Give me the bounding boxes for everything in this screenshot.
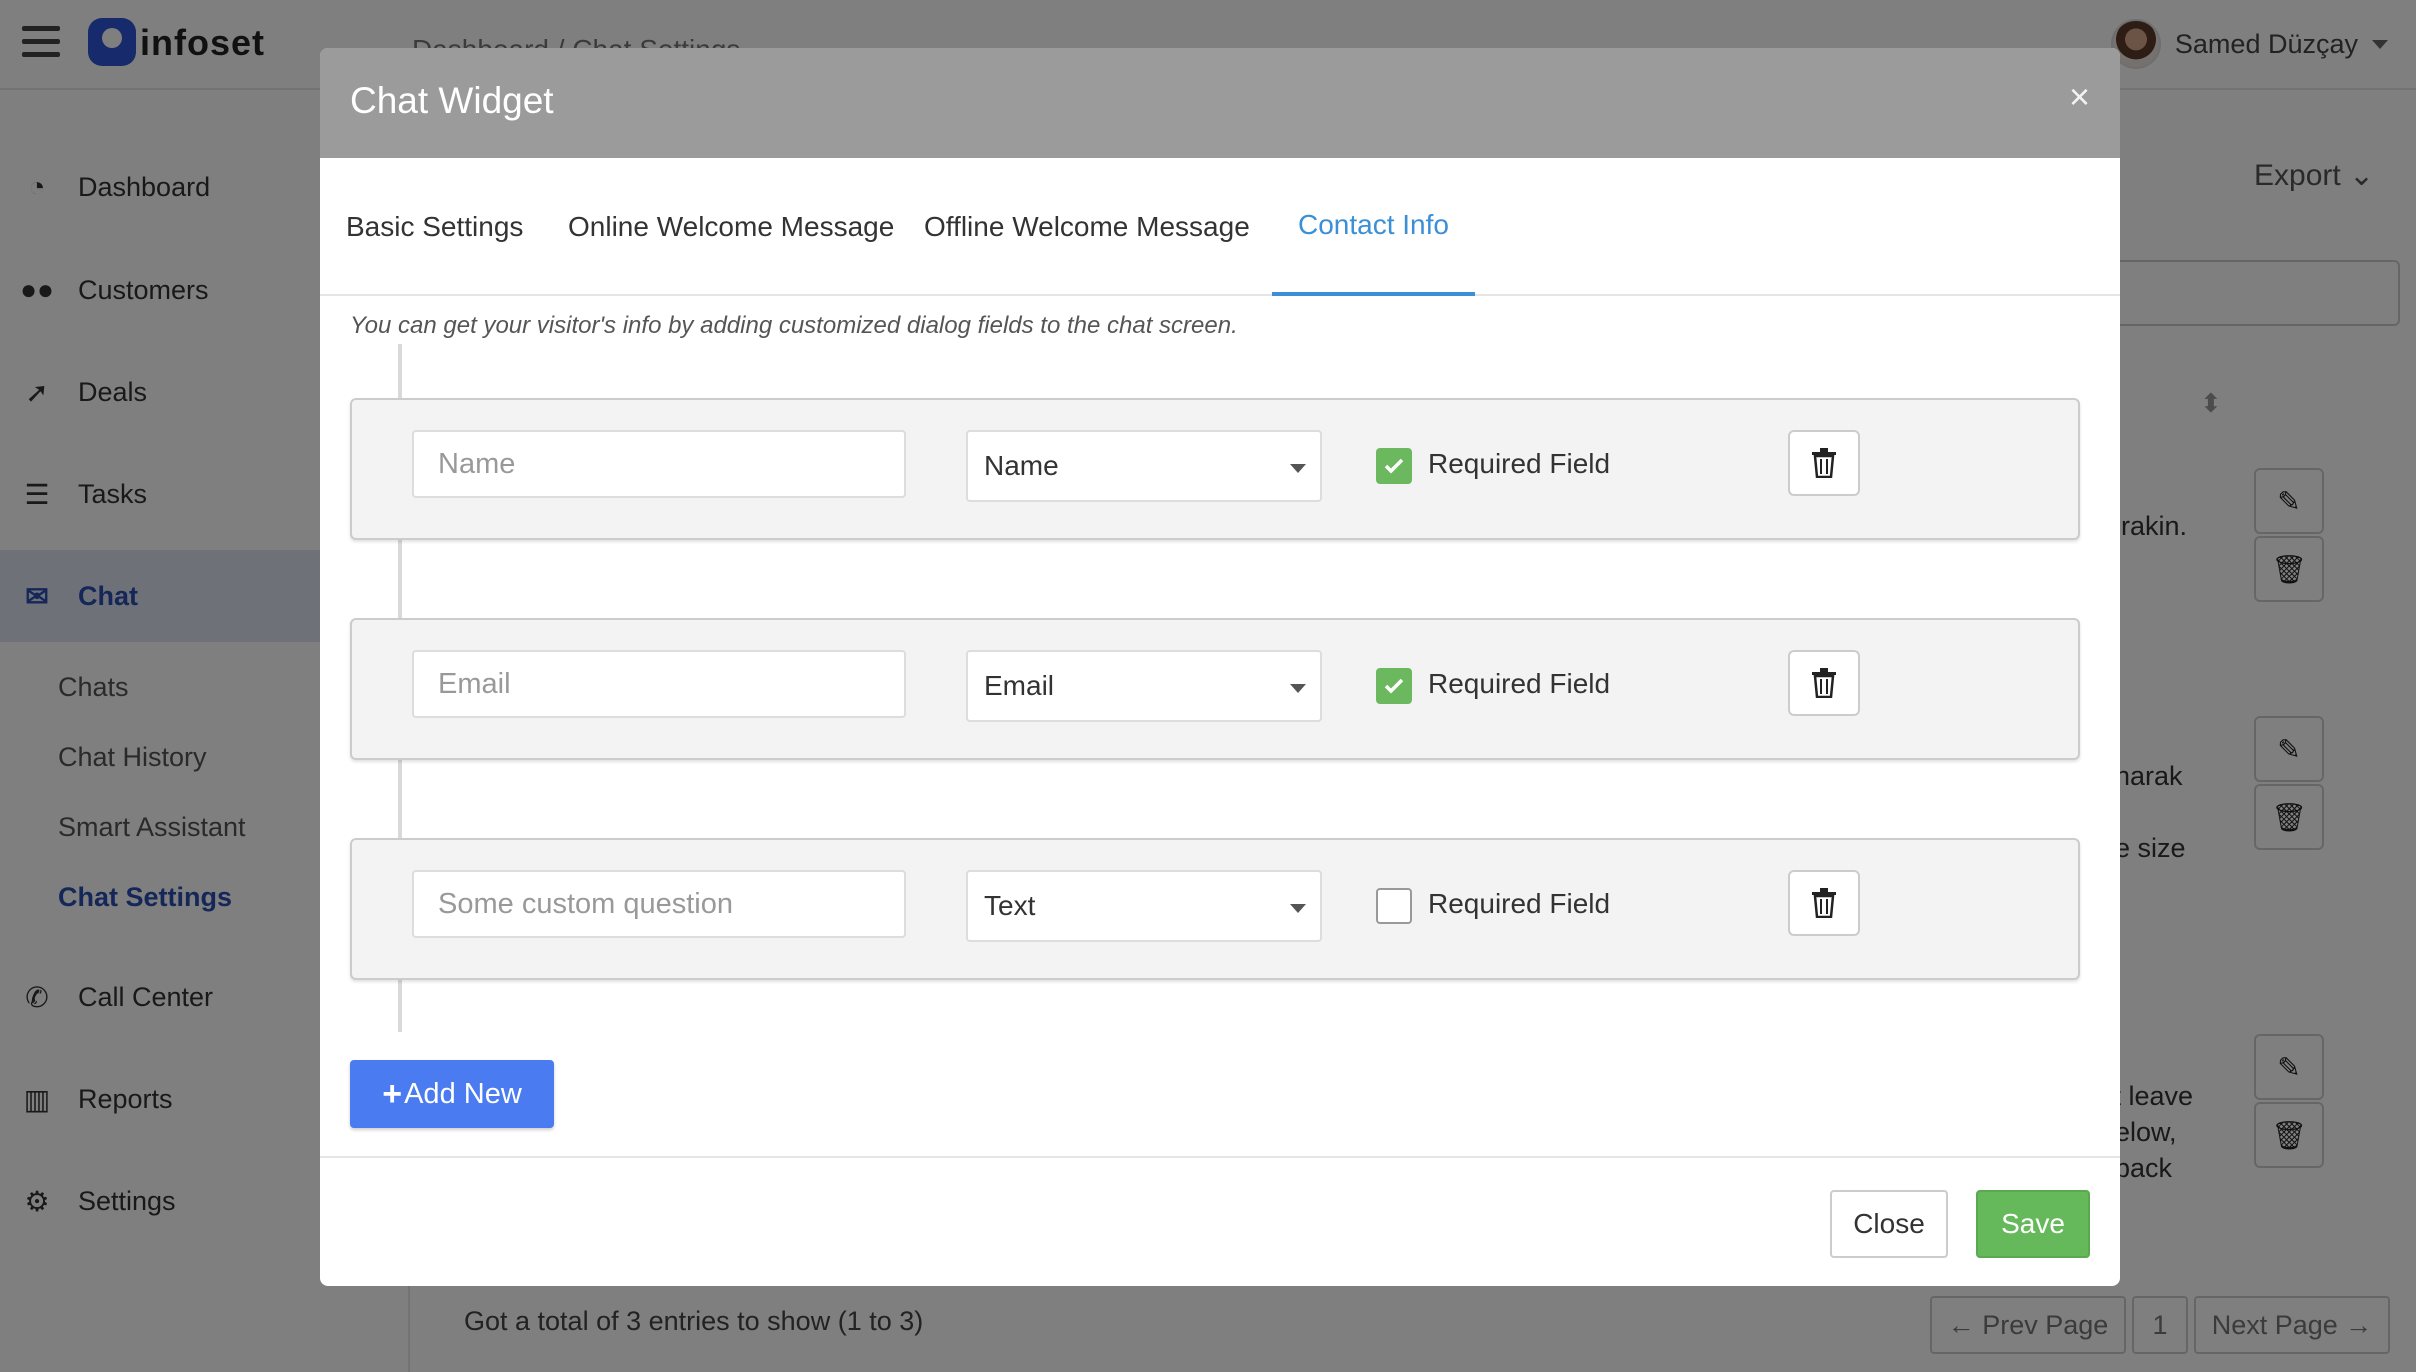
caret-down-icon — [1290, 904, 1306, 913]
field-type-select[interactable]: Name — [966, 430, 1322, 502]
required-checkbox[interactable] — [1376, 668, 1412, 704]
contact-field-card: Name Name Required Field — [350, 398, 2080, 540]
required-field-label: Required Field — [1428, 668, 1611, 699]
contact-info-description: You can get your visitor's info by addin… — [350, 312, 1238, 339]
trash-icon — [1812, 668, 1836, 698]
close-icon[interactable]: × — [2069, 76, 2090, 118]
field-type-select[interactable]: Email — [966, 650, 1322, 722]
tab-basic-settings[interactable]: Basic Settings — [320, 158, 549, 296]
caret-down-icon — [1290, 684, 1306, 693]
trash-icon — [1812, 888, 1836, 918]
delete-field-button[interactable] — [1788, 870, 1860, 936]
modal-header: Chat Widget × — [320, 48, 2120, 158]
tab-online-welcome-message[interactable]: Online Welcome Message — [542, 158, 920, 296]
check-icon — [1384, 678, 1404, 694]
tab-contact-info[interactable]: Contact Info — [1272, 158, 1475, 296]
modal-title: Chat Widget — [350, 80, 554, 121]
close-button[interactable]: Close — [1830, 1190, 1948, 1258]
save-button[interactable]: Save — [1976, 1190, 2090, 1258]
plus-icon: + — [382, 1074, 403, 1113]
required-checkbox[interactable] — [1376, 888, 1412, 924]
tab-offline-welcome-message[interactable]: Offline Welcome Message — [898, 158, 1276, 296]
check-icon — [1384, 458, 1404, 474]
add-new-label: Add New — [404, 1077, 522, 1110]
caret-down-icon — [1290, 464, 1306, 473]
field-label-input[interactable]: Email — [412, 650, 906, 718]
required-checkbox[interactable] — [1376, 448, 1412, 484]
contact-field-card: Some custom question Text Required Field — [350, 838, 2080, 980]
required-field-label: Required Field — [1428, 888, 1611, 919]
delete-field-button[interactable] — [1788, 430, 1860, 496]
field-label-input[interactable]: Some custom question — [412, 870, 906, 938]
required-field-label: Required Field — [1428, 448, 1611, 479]
chat-widget-modal: Chat Widget × Basic Settings Online Welc… — [320, 48, 2120, 1286]
field-label-input[interactable]: Name — [412, 430, 906, 498]
field-type-value: Name — [984, 450, 1059, 481]
delete-field-button[interactable] — [1788, 650, 1860, 716]
modal-footer: Close Save — [320, 1156, 2120, 1286]
add-new-button[interactable]: + Add New — [350, 1060, 554, 1128]
trash-icon — [1812, 448, 1836, 478]
modal-tabs: Basic Settings Online Welcome Message Of… — [320, 158, 2120, 296]
field-type-value: Text — [984, 890, 1036, 921]
field-type-select[interactable]: Text — [966, 870, 1322, 942]
field-type-value: Email — [984, 670, 1055, 701]
contact-field-card: Email Email Required Field — [350, 618, 2080, 760]
